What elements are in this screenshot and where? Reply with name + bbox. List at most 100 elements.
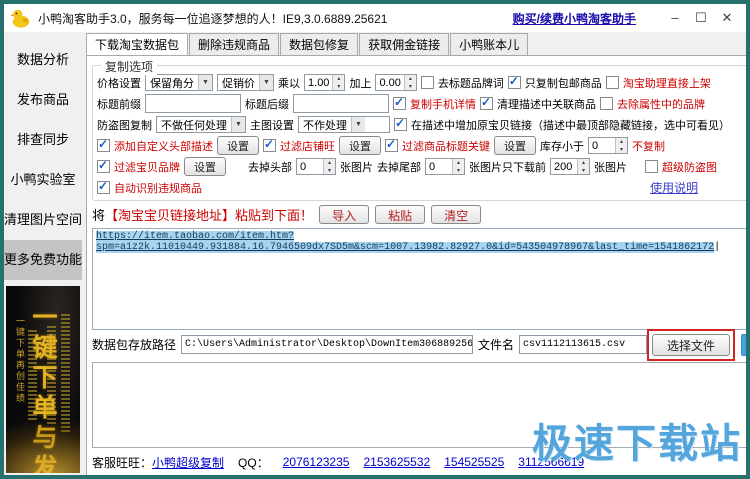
filter-shop-checkbox[interactable]: [263, 137, 277, 152]
stepper-arrows[interactable]: ▴ ▾: [452, 159, 465, 175]
download-datapack-button[interactable]: 下载数据包: [741, 333, 746, 356]
tab-datapack-repair[interactable]: 数据包修复: [280, 33, 359, 55]
filter-item-brand-checkbox[interactable]: [97, 158, 111, 173]
main-pic-dropdown[interactable]: 不作处理 ▼: [298, 116, 391, 133]
sidebar-item-clean-images[interactable]: 清理图片空间: [4, 200, 82, 240]
tail-images-label: 张图片只下载前: [469, 161, 547, 174]
down-arrow-icon[interactable]: ▾: [578, 167, 589, 175]
paste-button[interactable]: 粘贴: [375, 205, 426, 224]
clean-related-items-checkbox[interactable]: [480, 95, 494, 110]
up-arrow-icon[interactable]: ▴: [578, 159, 589, 167]
choose-file-button[interactable]: 选择文件: [652, 333, 731, 356]
down-arrow-icon[interactable]: ▾: [333, 83, 344, 91]
sidebar-item-sync-check[interactable]: 排查同步: [4, 120, 82, 160]
up-arrow-icon[interactable]: ▴: [333, 75, 344, 83]
clear-button[interactable]: 清空: [431, 205, 482, 224]
chevron-down-icon: ▼: [198, 75, 213, 90]
taobao-item-url[interactable]: https://item.taobao.com/item.htm?spm=a1z…: [96, 231, 715, 253]
custom-header-checkbox[interactable]: [97, 137, 111, 152]
filter-title-settings-button[interactable]: 设置: [494, 136, 537, 155]
plus-stepper[interactable]: 0.00 ▴ ▾: [375, 74, 417, 91]
download-limit-stepper[interactable]: 200 ▴ ▾: [550, 158, 591, 175]
stepper-arrows[interactable]: ▴ ▾: [577, 159, 590, 175]
banner-decoration: [61, 314, 71, 434]
copy-mobile-detail-label: 复制手机详情: [410, 98, 477, 111]
banner-gold-glow: [6, 421, 81, 473]
log-area[interactable]: [92, 362, 746, 448]
minimize-button[interactable]: –: [662, 4, 688, 32]
strip-attribute-brand-checkbox[interactable]: [600, 97, 614, 110]
maximize-button[interactable]: ☐: [688, 4, 714, 32]
down-arrow-icon[interactable]: ▾: [616, 146, 627, 154]
copy-options-group: 复制选项 价格设置 保留角分 ▼ 促销价 ▼ 乘以 1.00 ▴ ▾ 加上 0.00 ▴ ▾…: [92, 58, 746, 201]
stepper-arrows[interactable]: ▴ ▾: [403, 75, 416, 91]
up-arrow-icon[interactable]: ▴: [616, 138, 627, 146]
down-arrow-icon[interactable]: ▾: [453, 167, 464, 175]
title-suffix-input[interactable]: [293, 94, 390, 113]
sidebar-item-duck-lab[interactable]: 小鸭实验室: [4, 160, 82, 200]
tab-commission-links[interactable]: 获取佣金链接: [359, 33, 450, 55]
free-shipping-only-checkbox[interactable]: [507, 74, 521, 89]
service-wangwang-link[interactable]: 小鸭超级复制: [152, 456, 224, 470]
qq-number-link[interactable]: 154525525: [444, 455, 504, 469]
up-arrow-icon[interactable]: ▴: [453, 159, 464, 167]
limit-images-label: 张图片: [594, 161, 628, 174]
remove-brand-words-checkbox[interactable]: [420, 76, 434, 89]
sidebar-item-more-free[interactable]: 更多免费功能: [4, 240, 83, 280]
up-arrow-icon[interactable]: ▴: [405, 75, 416, 83]
stepper-arrows[interactable]: ▴ ▾: [323, 159, 336, 175]
sidebar: 数据分析 发布商品 排查同步 小鸭实验室 清理图片空间 更多免费功能 一键下单再…: [4, 32, 83, 475]
head-images-label: 张图片: [340, 161, 374, 174]
sidebar-item-publish[interactable]: 发布商品: [4, 80, 82, 120]
filter-brand-settings-button[interactable]: 设置: [184, 157, 227, 176]
usage-instructions-link[interactable]: 使用说明: [650, 179, 698, 196]
tab-duck-ledger[interactable]: 小鸭账本儿: [450, 33, 529, 55]
stock-stepper[interactable]: 0 ▴ ▾: [588, 137, 629, 154]
anti-theft-dropdown[interactable]: 不做任何处理 ▼: [156, 116, 247, 133]
banner-decoration: [47, 326, 57, 426]
filename-label: 文件名: [478, 338, 515, 352]
sidebar-item-data-analysis[interactable]: 数据分析: [4, 40, 82, 80]
dropdown-value: 不作处理: [303, 119, 348, 132]
remove-head-stepper[interactable]: 0 ▴ ▾: [296, 158, 337, 175]
text-caret: |: [714, 242, 721, 253]
import-button[interactable]: 导入: [319, 205, 370, 224]
link-textarea[interactable]: https://item.taobao.com/item.htm?spm=a1z…: [92, 228, 746, 330]
up-arrow-icon[interactable]: ▴: [324, 159, 335, 167]
buy-renew-link[interactable]: 购买/续费小鸭淘客助手: [513, 10, 636, 27]
filter-item-brand-label: 过滤宝贝品牌: [114, 161, 181, 174]
dropdown-value: 保留角分: [150, 77, 195, 90]
down-arrow-icon[interactable]: ▾: [324, 167, 335, 175]
super-anti-theft-checkbox[interactable]: [645, 160, 659, 173]
stepper-value: 0: [429, 160, 436, 173]
stepper-arrows[interactable]: ▴ ▾: [615, 138, 628, 154]
multiply-stepper[interactable]: 1.00 ▴ ▾: [304, 74, 346, 91]
stepper-arrows[interactable]: ▴ ▾: [332, 75, 345, 91]
price-type-dropdown[interactable]: 促销价 ▼: [217, 74, 275, 91]
filter-title-keyword-checkbox[interactable]: [385, 137, 399, 152]
close-button[interactable]: ✕: [714, 4, 740, 32]
tab-delete-violations[interactable]: 删除违规商品: [189, 33, 280, 55]
tab-download-datapack[interactable]: 下载淘宝数据包: [86, 33, 189, 56]
keep-decimal-dropdown[interactable]: 保留角分 ▼: [145, 74, 214, 91]
qq-number-link[interactable]: 2076123235: [283, 455, 350, 469]
filename-input[interactable]: csv1112113615.csv: [519, 335, 648, 354]
copy-mobile-detail-checkbox[interactable]: [393, 95, 407, 110]
title-prefix-input[interactable]: [145, 94, 242, 113]
filter-shop-settings-button[interactable]: 设置: [339, 136, 382, 155]
auto-detect-violation-label: 自动识别违规商品: [114, 182, 203, 195]
promo-banner[interactable]: 一键下单再创佳绩 一键下单与发货: [6, 286, 81, 473]
save-path-label: 数据包存放路径: [92, 338, 177, 352]
down-arrow-icon[interactable]: ▾: [405, 83, 416, 91]
qq-number-link[interactable]: 3112566619: [518, 455, 584, 469]
remove-tail-stepper[interactable]: 0 ▴ ▾: [425, 158, 466, 175]
save-path-input[interactable]: C:\Users\Administrator\Desktop\DownItem3…: [181, 335, 474, 354]
price-settings-label: 价格设置: [97, 77, 142, 90]
qq-number-link[interactable]: 2153625532: [363, 455, 430, 469]
taobao-assistant-checkbox[interactable]: [605, 76, 619, 89]
auto-detect-violation-checkbox[interactable]: [97, 179, 111, 194]
window-title: 小鸭淘客助手3.0，服务每一位追逐梦想的人！IE9,3.0.6889.25621: [38, 11, 388, 26]
add-original-link-checkbox[interactable]: [394, 116, 408, 131]
custom-header-settings-button[interactable]: 设置: [217, 136, 260, 155]
multiply-label: 乘以: [278, 77, 301, 90]
